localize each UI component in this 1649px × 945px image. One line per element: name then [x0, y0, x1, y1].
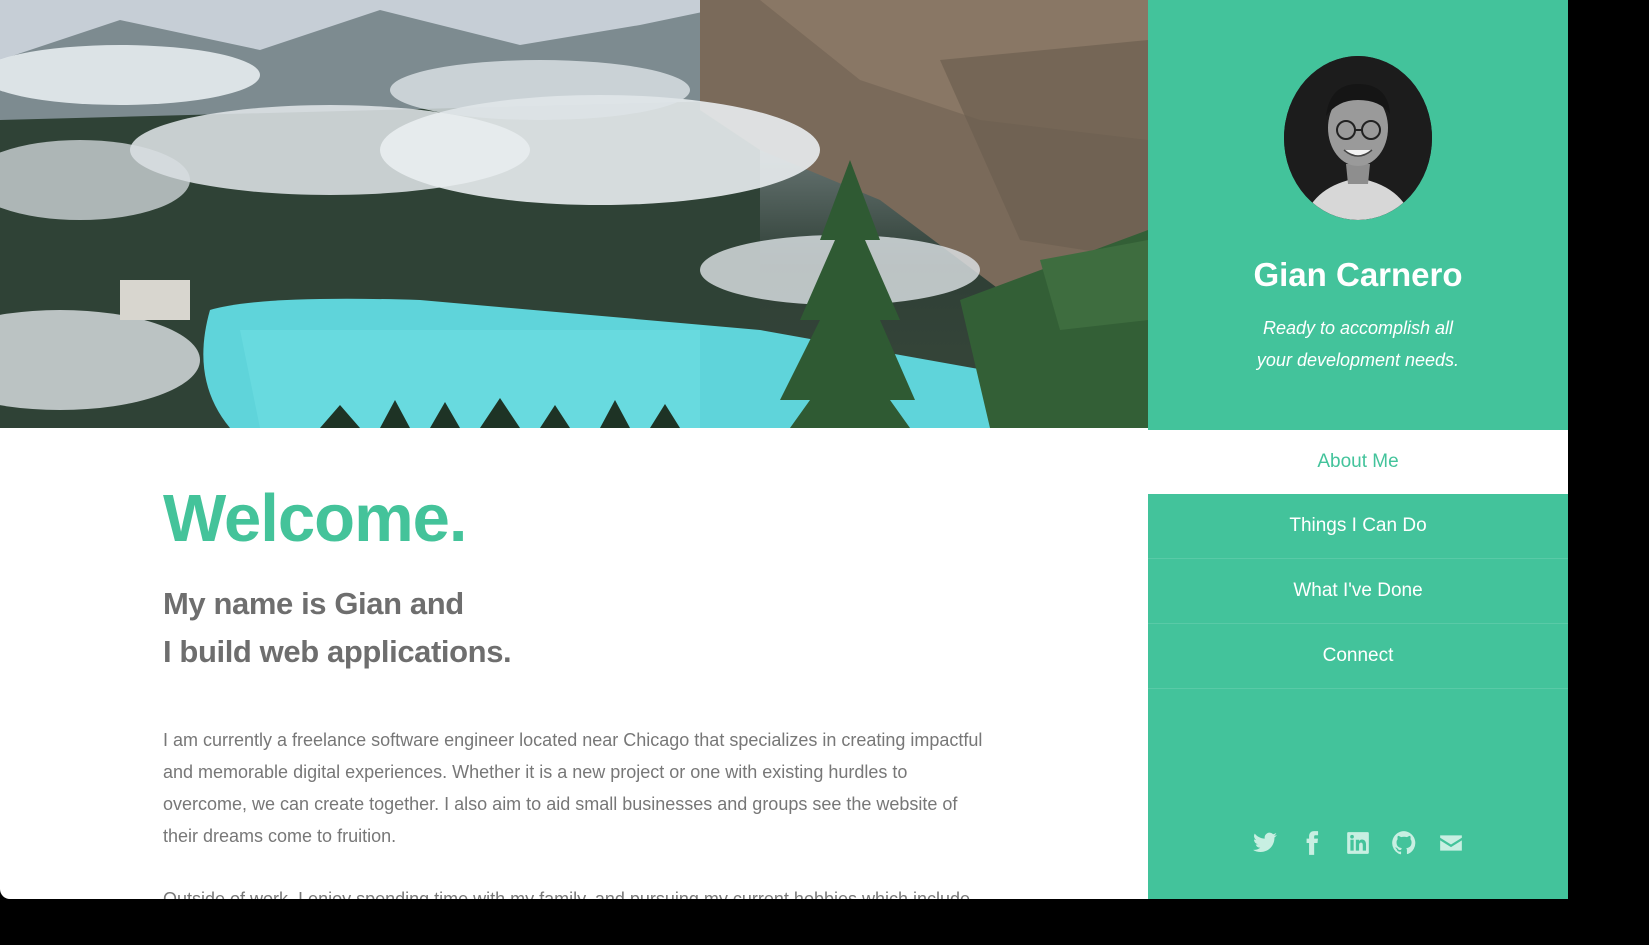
- sidebar-nav: About Me Things I Can Do What I've Done …: [1148, 430, 1568, 689]
- about-paragraph-1: I am currently a freelance software engi…: [163, 730, 983, 846]
- intro-line-1: My name is Gian and: [163, 586, 464, 621]
- linkedin-icon[interactable]: [1345, 830, 1371, 856]
- nav-item-things-i-can-do[interactable]: Things I Can Do: [1148, 494, 1568, 559]
- nav-item-about-me[interactable]: About Me: [1148, 430, 1568, 494]
- facebook-icon[interactable]: [1299, 830, 1325, 856]
- hero-image: [0, 0, 1148, 428]
- sidebar: Gian Carnero Ready to accomplish all you…: [1148, 0, 1568, 899]
- github-icon[interactable]: [1391, 830, 1417, 856]
- about-paragraph-2: Outside of work, I enjoy spending time w…: [163, 889, 971, 899]
- tagline-line-1: Ready to accomplish all: [1262, 318, 1454, 338]
- intro-heading: My name is Gian and I build web applicat…: [163, 580, 512, 676]
- avatar: [1284, 56, 1432, 220]
- profile-tagline: Ready to accomplish all your development…: [1148, 312, 1568, 376]
- intro-line-2: I build web applications.: [163, 634, 512, 669]
- email-icon[interactable]: [1438, 830, 1464, 856]
- page-frame: Welcome. My name is Gian and I build web…: [0, 0, 1568, 899]
- profile-name: Gian Carnero: [1253, 256, 1463, 293]
- tagline-line-2: your development needs.: [1256, 350, 1460, 370]
- social-links: [1148, 830, 1568, 856]
- twitter-icon[interactable]: [1252, 830, 1278, 856]
- welcome-heading: Welcome.: [163, 481, 468, 556]
- nav-item-connect[interactable]: Connect: [1148, 624, 1568, 689]
- nav-item-what-ive-done[interactable]: What I've Done: [1148, 559, 1568, 624]
